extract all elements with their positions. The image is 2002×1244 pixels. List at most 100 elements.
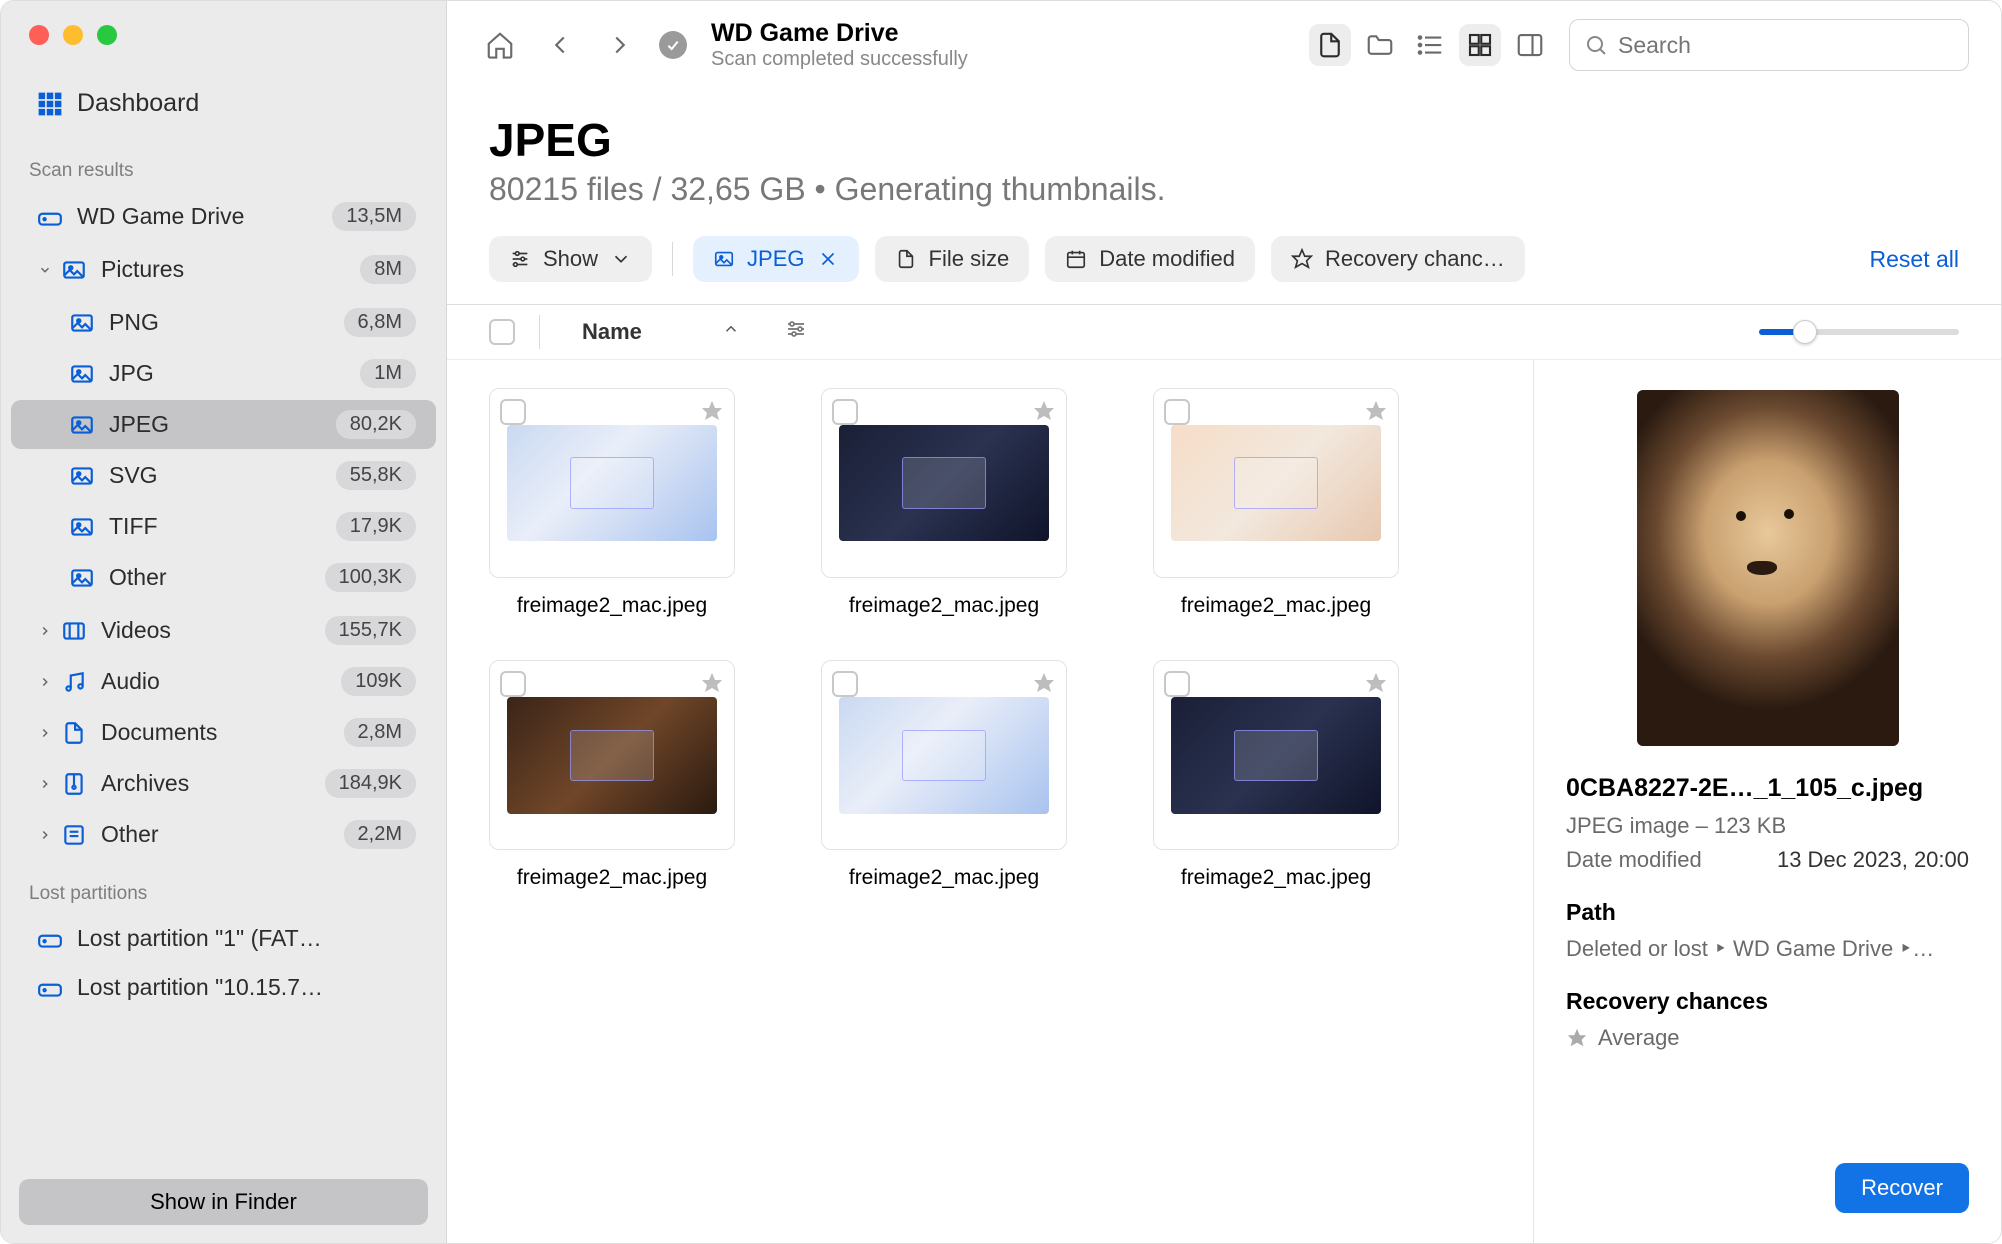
sidebar-item-tiff[interactable]: TIFF 17,9K [11, 502, 436, 551]
file-card[interactable]: freimage2_mac.jpeg [821, 388, 1067, 620]
reset-all-link[interactable]: Reset all [1870, 246, 1959, 273]
sidebar-item-documents[interactable]: Documents 2,8M [11, 708, 436, 757]
sidebar-item-label: Pictures [101, 256, 184, 283]
sidebar-item-png[interactable]: PNG 6,8M [11, 298, 436, 347]
sidebar-item-label: Dashboard [77, 89, 199, 118]
sidebar-item-label: TIFF [109, 513, 158, 540]
page-subtitle: 80215 files / 32,65 GB • Generating thum… [489, 171, 1959, 208]
page-title: JPEG [489, 113, 1959, 167]
image-icon [69, 514, 95, 540]
recovery-chances-filter-button[interactable]: Recovery chanc… [1271, 236, 1525, 282]
slider-thumb[interactable] [1793, 320, 1817, 344]
count-badge: 13,5M [332, 202, 416, 231]
file-name: freimage2_mac.jpeg [824, 592, 1064, 620]
count-badge: 2,8M [344, 718, 416, 747]
chevron-right-icon[interactable] [37, 624, 53, 638]
sidebar-item-jpg[interactable]: JPG 1M [11, 349, 436, 398]
drive-icon [37, 204, 63, 230]
show-in-finder-button[interactable]: Show in Finder [19, 1179, 428, 1225]
count-badge: 100,3K [325, 563, 416, 592]
sidebar-item-svg[interactable]: SVG 55,8K [11, 451, 436, 500]
file-checkbox[interactable] [832, 671, 858, 697]
minimize-window-icon[interactable] [63, 25, 83, 45]
sidebar-item-label: Videos [101, 617, 171, 644]
view-files-button[interactable] [1309, 24, 1351, 66]
sidebar-item-jpeg[interactable]: JPEG 80,2K [11, 400, 436, 449]
sidebar-item-other[interactable]: Other 100,3K [11, 553, 436, 602]
forward-button[interactable] [599, 24, 641, 66]
scan-status-complete-icon [659, 31, 687, 59]
jpeg-filter-chip[interactable]: JPEG [693, 236, 858, 282]
sidebar-item-videos[interactable]: Videos 155,7K [11, 606, 436, 655]
recover-button[interactable]: Recover [1835, 1163, 1969, 1213]
back-button[interactable] [539, 24, 581, 66]
toggle-preview-panel-button[interactable] [1509, 24, 1551, 66]
date-modified-filter-button[interactable]: Date modified [1045, 236, 1255, 282]
count-badge: 1M [360, 359, 416, 388]
thumbnail-size-slider[interactable] [1759, 329, 1959, 335]
close-icon[interactable] [817, 248, 839, 270]
file-checkbox[interactable] [500, 399, 526, 425]
image-icon [69, 361, 95, 387]
count-badge: 155,7K [325, 616, 416, 645]
sidebar-item-pictures[interactable]: Pictures 8M [11, 245, 436, 294]
preview-date-label: Date modified [1566, 847, 1702, 873]
chip-label: Recovery chanc… [1325, 246, 1505, 272]
file-checkbox[interactable] [1164, 399, 1190, 425]
zoom-window-icon[interactable] [97, 25, 117, 45]
chevron-down-icon [610, 248, 632, 270]
sidebar-item-label: Other [109, 564, 167, 591]
window-controls[interactable] [1, 1, 446, 69]
file-checkbox[interactable] [1164, 671, 1190, 697]
search-field[interactable] [1569, 19, 1969, 71]
view-grid-button[interactable] [1459, 24, 1501, 66]
settings-icon[interactable] [784, 317, 808, 347]
file-card[interactable]: freimage2_mac.jpeg [821, 660, 1067, 892]
file-card[interactable]: freimage2_mac.jpeg [1153, 660, 1399, 892]
sort-ascending-icon[interactable] [722, 320, 740, 344]
close-window-icon[interactable] [29, 25, 49, 45]
file-name: freimage2_mac.jpeg [1156, 864, 1396, 892]
sidebar-item-audio[interactable]: Audio 109K [11, 657, 436, 706]
search-input[interactable] [1618, 32, 1954, 59]
chevron-right-icon[interactable] [37, 726, 53, 740]
chevron-right-icon[interactable] [37, 777, 53, 791]
file-card[interactable]: freimage2_mac.jpeg [489, 660, 735, 892]
column-header-name[interactable]: Name [582, 319, 642, 345]
count-badge: 184,9K [325, 769, 416, 798]
sidebar-section-lost-partitions: Lost partitions [1, 861, 446, 913]
chevron-down-icon[interactable] [37, 263, 53, 277]
select-all-checkbox[interactable] [489, 319, 515, 345]
view-list-button[interactable] [1409, 24, 1451, 66]
image-icon [69, 310, 95, 336]
pictures-icon [61, 257, 87, 283]
file-checkbox[interactable] [832, 399, 858, 425]
chip-label: Date modified [1099, 246, 1235, 272]
sidebar-item-label: JPG [109, 360, 154, 387]
sidebar-item-dashboard[interactable]: Dashboard [11, 71, 436, 136]
sidebar-item-label: Audio [101, 668, 160, 695]
star-icon [1291, 248, 1313, 270]
sidebar-item-archives[interactable]: Archives 184,9K [11, 759, 436, 808]
sidebar-item-lost-partition-0[interactable]: Lost partition "1" (FAT… [11, 915, 436, 962]
file-size-filter-button[interactable]: File size [875, 236, 1030, 282]
image-icon [713, 248, 735, 270]
sidebar-item-label: JPEG [109, 411, 169, 438]
home-button[interactable] [479, 24, 521, 66]
sidebar-item-lost-partition-1[interactable]: Lost partition "10.15.7… [11, 964, 436, 1011]
file-checkbox[interactable] [500, 671, 526, 697]
file-icon [895, 248, 917, 270]
chevron-right-icon[interactable] [37, 675, 53, 689]
separator [672, 242, 673, 276]
show-filter-button[interactable]: Show [489, 236, 652, 282]
file-thumbnail [839, 697, 1049, 814]
file-card[interactable]: freimage2_mac.jpeg [1153, 388, 1399, 620]
chevron-right-icon[interactable] [37, 828, 53, 842]
archives-icon [61, 771, 87, 797]
view-folders-button[interactable] [1359, 24, 1401, 66]
sidebar-item-drive[interactable]: WD Game Drive 13,5M [11, 192, 436, 241]
sliders-icon [509, 248, 531, 270]
file-card[interactable]: freimage2_mac.jpeg [489, 388, 735, 620]
sidebar-item-other[interactable]: Other 2,2M [11, 810, 436, 859]
count-badge: 55,8K [336, 461, 416, 490]
